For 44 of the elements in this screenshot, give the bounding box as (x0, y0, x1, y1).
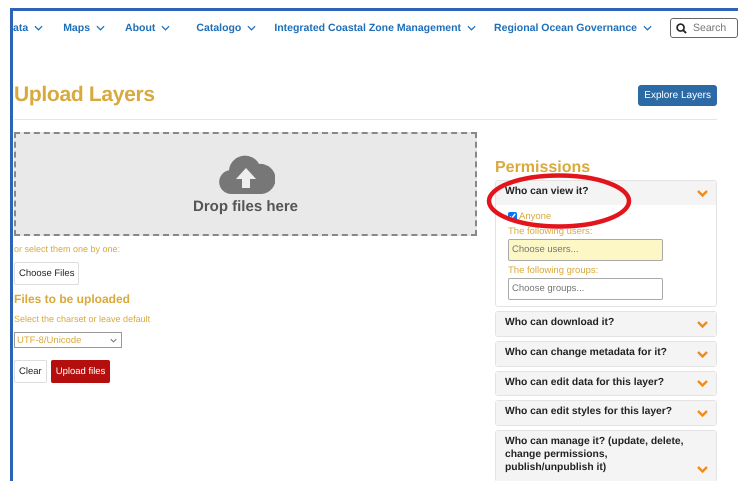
clear-button[interactable]: Clear (14, 360, 47, 383)
accordion-header[interactable]: Who can manage it? (update, delete, change permissions, publish/unpublish it) (496, 431, 716, 481)
chevron-down-icon (34, 25, 44, 31)
chevron-down-icon (643, 25, 652, 31)
chevron-down-icon (247, 25, 256, 31)
accordion-header[interactable]: Who can edit styles for this layer? (496, 401, 716, 426)
nav-link[interactable]: About (125, 22, 170, 34)
search-field[interactable]: Search (670, 18, 738, 38)
nav-link[interactable]: ata (13, 22, 44, 34)
nav-link[interactable]: Maps (63, 22, 106, 34)
chevron-down-icon (467, 25, 476, 31)
chevron-down-icon (96, 25, 106, 31)
anyone-label: Anyone (519, 210, 552, 222)
anyone-checkbox[interactable] (508, 212, 517, 221)
nav-link[interactable]: Integrated Coastal Zone Management (274, 22, 476, 34)
accordion-header[interactable]: Who can change metadata for it? (496, 342, 716, 366)
page-title: Upload Layers (14, 83, 155, 107)
users-label: The following users: (508, 226, 592, 237)
chevron-down-icon (697, 350, 708, 358)
nav-link[interactable]: Catalogo (196, 22, 256, 34)
chevron-down-icon (697, 380, 708, 388)
explore-layers-button[interactable]: Explore Layers (638, 84, 717, 106)
files-heading: Files to be uploaded (14, 292, 130, 306)
users-field[interactable]: Choose users... (508, 238, 663, 261)
chevron-down-icon (697, 190, 708, 197)
upload-files-button[interactable]: Upload files (50, 360, 110, 383)
chevron-down-icon (110, 338, 117, 342)
cloud-upload-icon (216, 154, 274, 196)
permissions-heading: Permissions (495, 160, 592, 176)
chevron-down-icon (697, 466, 708, 473)
accordion-header[interactable]: Who can edit data for this layer? (496, 372, 716, 396)
drop-zone[interactable]: Drop files here (14, 132, 477, 236)
charset-hint: Select the charset or leave default (14, 314, 150, 324)
accordion-header[interactable]: Who can view it? (496, 181, 716, 205)
groups-label: The following groups: (508, 264, 598, 276)
chevron-down-icon (697, 410, 708, 418)
groups-field[interactable]: Choose groups... (508, 278, 663, 300)
choose-files-button[interactable]: Choose Files (14, 262, 80, 285)
drop-files-text: Drop files here (192, 198, 298, 214)
chevron-down-icon (161, 25, 170, 31)
accordion-header[interactable]: Who can download it? (496, 312, 716, 336)
chevron-down-icon (697, 320, 708, 328)
select-hint: or select them one by one: (14, 244, 120, 254)
nav-link[interactable]: Regional Ocean Governance (494, 22, 652, 34)
